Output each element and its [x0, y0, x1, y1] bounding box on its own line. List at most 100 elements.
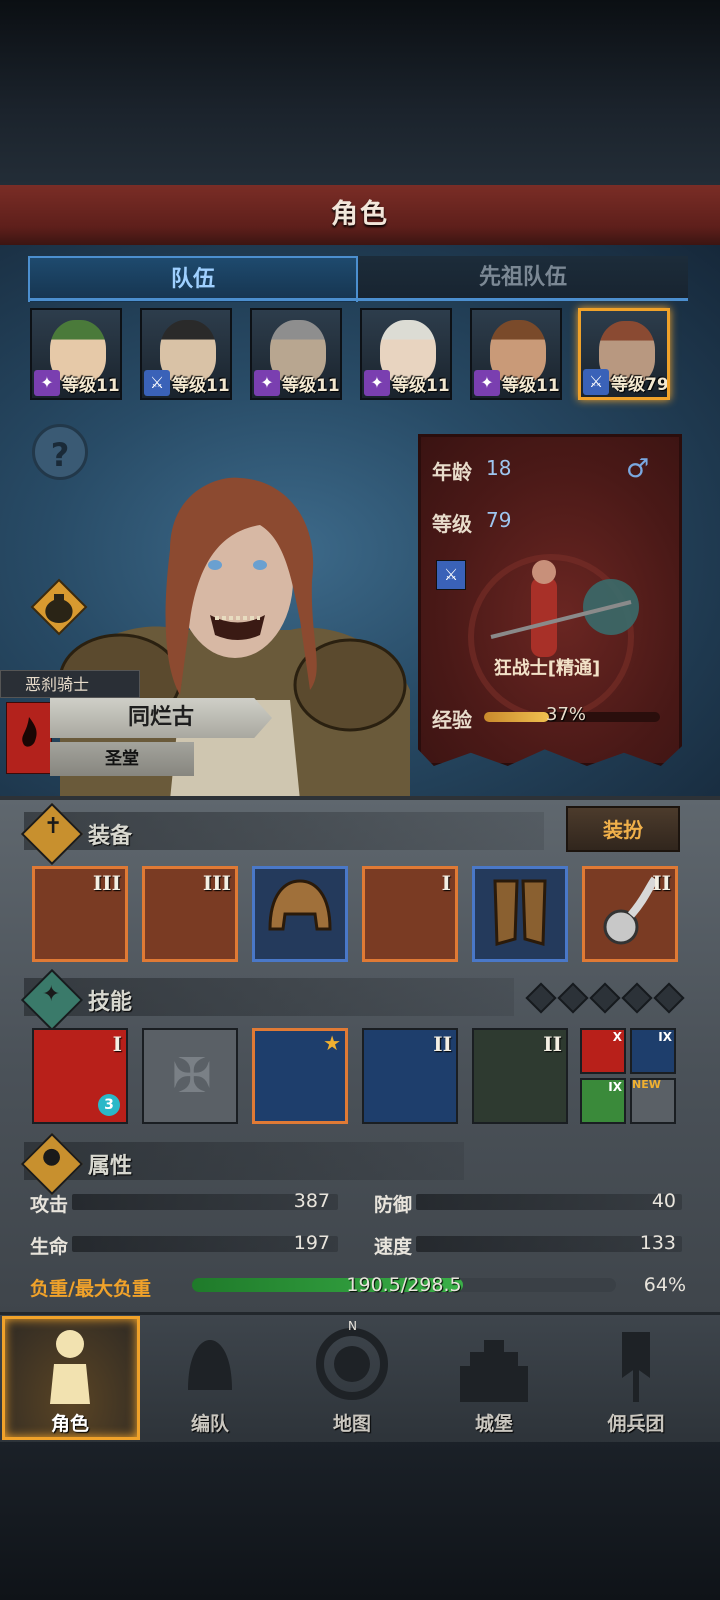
passive-skill-slot-new[interactable]: NEW [630, 1078, 676, 1124]
equipment-slot-offhand[interactable]: III [142, 866, 238, 962]
nav-label: 角色 [50, 1413, 89, 1435]
attributes-title: 属性 [88, 1154, 133, 1179]
party-member-portrait[interactable]: ⚔ 等级118 [140, 308, 232, 400]
party-member-level: 等级118 [172, 376, 230, 396]
speed-value: 133 [639, 1232, 676, 1254]
equipment-tier: III [202, 871, 231, 895]
nav-castle[interactable]: 城堡 [424, 1316, 564, 1440]
equipment-slot-boots[interactable] [472, 866, 568, 962]
job-name: 狂战士[精通] [493, 658, 601, 679]
class-tag: 恶刹骑士 [0, 670, 140, 698]
equipment-slot-accessory[interactable]: II [582, 866, 678, 962]
new-badge: NEW [632, 1078, 661, 1091]
passive-skill-slot[interactable]: IX [580, 1078, 626, 1124]
nav-label: 佣兵团 [607, 1413, 665, 1435]
party-member-portrait[interactable]: ✦ 等级111 [30, 308, 122, 400]
skill-slot[interactable]: I 3 [32, 1028, 128, 1124]
age-label: 年龄 [432, 460, 472, 484]
class-sword-icon: ⚔ [583, 369, 609, 395]
faction-banner-icon [6, 702, 52, 774]
equipment-tier: II [652, 871, 671, 895]
hp-label: 生命 [30, 1236, 69, 1258]
tab-ancestor-team[interactable]: 先祖队伍 [358, 256, 688, 300]
class-sword-icon: ⚔ [144, 370, 170, 396]
equipment-slot-armor[interactable]: I [362, 866, 458, 962]
castle-icon [460, 1340, 528, 1402]
skill-slot[interactable]: II [472, 1028, 568, 1124]
exp-label: 经验 [432, 708, 472, 732]
exp-percent: 37% [546, 704, 587, 725]
status-bar-area [0, 0, 720, 185]
banner-sword-icon [622, 1332, 650, 1402]
party-member-portrait-selected[interactable]: ⚔ 等级79 [578, 308, 670, 400]
level-label: 等级 [432, 512, 472, 536]
passive-skill-slot[interactable]: IX [630, 1028, 676, 1074]
speed-label: 速度 [374, 1236, 413, 1258]
defense-label: 防御 [374, 1194, 413, 1216]
nav-label: 地图 [332, 1413, 371, 1435]
party-member-portrait[interactable]: ✦ 等级116 [470, 308, 562, 400]
knight-icon [50, 1330, 90, 1404]
class-staff-icon: ✦ [34, 370, 60, 396]
helmet-icon [268, 879, 332, 931]
defense-value: 40 [651, 1190, 676, 1212]
party-member-portrait[interactable]: ✦ 等级116 [360, 308, 452, 400]
party-member-level: 等级111 [62, 376, 120, 396]
equipment-slot-weapon[interactable]: III [32, 866, 128, 962]
skill-slot[interactable]: II [362, 1028, 458, 1124]
character-name[interactable]: 同烂古 [50, 698, 272, 738]
attack-label: 攻击 [30, 1194, 69, 1216]
character-faction: 圣堂 [105, 749, 139, 769]
header-bar: 角色 [0, 185, 720, 247]
class-sword-icon: ⚔ [436, 560, 466, 590]
skill-tier: II [433, 1032, 452, 1056]
skill-tier: I [112, 1032, 122, 1056]
load-label: 负重/最大负重 [30, 1278, 151, 1300]
hp-value: 197 [293, 1232, 330, 1254]
tab-underline [28, 298, 688, 301]
party-member-level: 等级116 [502, 376, 560, 396]
equipment-tier: I [441, 871, 451, 895]
nav-character[interactable]: 角色 [0, 1316, 140, 1440]
equipment-tier: III [92, 871, 121, 895]
skill-slot[interactable]: ★ [252, 1028, 348, 1124]
outfit-button[interactable]: 装扮 [566, 806, 680, 852]
svg-text:N: N [348, 1320, 357, 1333]
empty-cross-icon: ✠ [171, 1048, 213, 1104]
class-staff-icon: ✦ [254, 370, 280, 396]
nav-formation[interactable]: 编队 [140, 1316, 280, 1440]
load-percent: 64% [643, 1274, 686, 1296]
star-icon: ★ [323, 1031, 341, 1055]
nav-label: 城堡 [474, 1413, 513, 1435]
skill-level-badge: 3 [98, 1094, 120, 1116]
class-staff-icon: ✦ [474, 370, 500, 396]
exp-bar-fill [484, 712, 550, 722]
page-title: 角色 [331, 199, 389, 230]
party-member-portrait[interactable]: ✦ 等级111 [250, 308, 342, 400]
nav-mercenary-guild[interactable]: 佣兵团 [566, 1316, 706, 1440]
age-value: 18 [486, 456, 512, 480]
skills-title: 技能 [88, 990, 133, 1015]
skill-slot-empty[interactable]: ✠ [142, 1028, 238, 1124]
boots-icon [493, 879, 547, 946]
compass-icon: N [316, 1320, 388, 1400]
nav-map[interactable]: N 地图 [282, 1316, 422, 1440]
load-value: 190.5/298.5 [346, 1274, 462, 1296]
skill-tier: II [543, 1032, 562, 1056]
level-value: 79 [486, 508, 512, 532]
person-icon: ● [42, 1144, 62, 1169]
system-nav-area [0, 1442, 720, 1600]
cross-icon: ✝ [44, 814, 63, 839]
equipment-slot-helmet[interactable] [252, 866, 348, 962]
nav-label: 编队 [190, 1413, 229, 1435]
tab-team[interactable]: 队伍 [28, 256, 358, 302]
class-staff-icon: ✦ [364, 370, 390, 396]
equipment-title: 装备 [88, 824, 133, 849]
passive-skill-slot[interactable]: X [580, 1028, 626, 1074]
party-member-level: 等级111 [282, 376, 340, 396]
attack-value: 387 [293, 1190, 330, 1212]
passive-tier: IX [658, 1030, 672, 1044]
helmet-group-icon [188, 1340, 232, 1390]
male-icon: ♂ [626, 454, 650, 484]
passive-tier: X [612, 1030, 622, 1044]
